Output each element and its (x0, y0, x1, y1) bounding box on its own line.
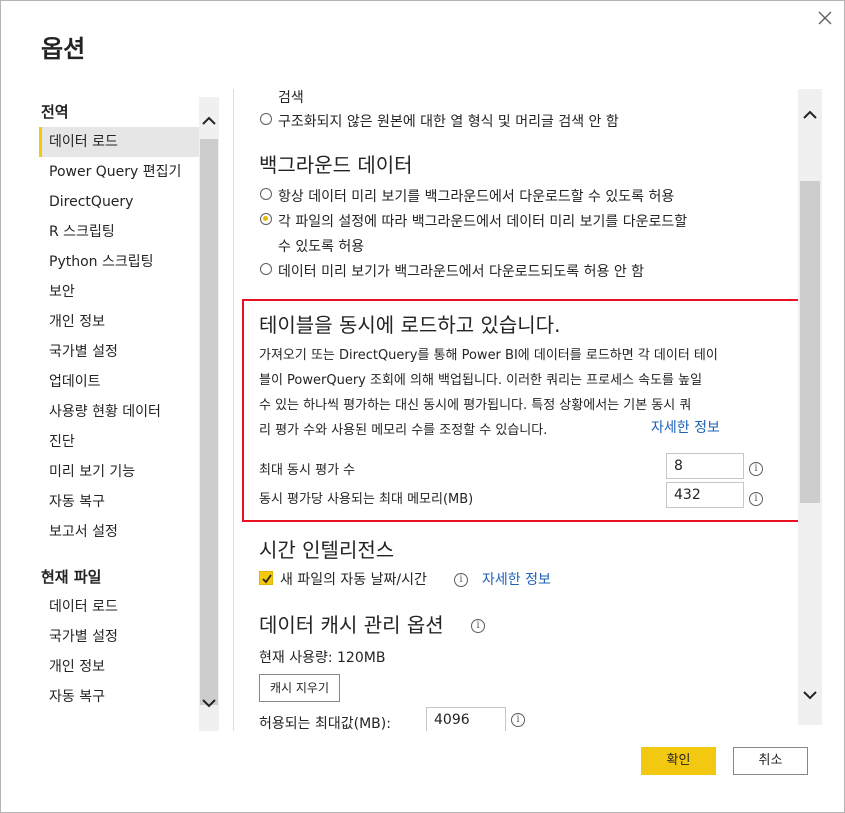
nav-item-file-data-load[interactable]: 데이터 로드 (39, 592, 199, 622)
data-cache-heading: 데이터 캐시 관리 옵션 (259, 613, 444, 637)
radio-never-allow[interactable] (260, 263, 272, 275)
nav-item-updates[interactable]: 업데이트 (39, 367, 199, 397)
checkmark-icon (262, 574, 272, 584)
parallel-loading-heading: 테이블을 동시에 로드하고 있습니다. (259, 313, 561, 337)
nav-item-regional-settings[interactable]: 국가별 설정 (39, 337, 199, 367)
close-button[interactable] (814, 7, 836, 29)
nav-scroll-thumb[interactable] (200, 139, 218, 705)
chevron-up-icon (202, 116, 216, 125)
radio-no-detect-label: 구조화되지 않은 원본에 대한 열 형식 및 머리글 검색 안 함 (278, 114, 619, 130)
info-icon[interactable]: i (511, 713, 525, 727)
radio-never-allow-label: 데이터 미리 보기가 백그라운드에서 다운로드되도록 허용 안 함 (278, 264, 645, 280)
auto-datetime-checkbox[interactable] (259, 571, 273, 585)
parallel-desc-line-4: 리 평가 수와 사용된 메모리 수를 조정할 수 있습니다. (259, 423, 548, 438)
background-data-heading: 백그라운드 데이터 (259, 153, 413, 177)
nav-item-python-scripting[interactable]: Python 스크립팅 (39, 247, 199, 277)
close-icon (818, 11, 832, 25)
settings-pane: 검색 구조화되지 않은 원본에 대한 열 형식 및 머리글 검색 안 함 백그라… (234, 81, 799, 731)
info-icon[interactable]: i (454, 573, 468, 587)
dialog-title: 옵션 (41, 35, 86, 63)
time-intelligence-heading: 시간 인텔리전스 (259, 538, 395, 562)
settings-scroll-down-button[interactable] (800, 685, 820, 705)
nav-scroll-up-button[interactable] (199, 111, 219, 131)
radio-always-allow-label: 항상 데이터 미리 보기를 백그라운드에서 다운로드할 수 있도록 허용 (278, 189, 675, 205)
max-eval-label: 최대 동시 평가 수 (259, 463, 356, 478)
nav-scroll-down-button[interactable] (199, 693, 219, 713)
chevron-up-icon (803, 110, 817, 119)
nav-item-power-query-editor[interactable]: Power Query 편집기 (39, 157, 199, 187)
nav-list: 전역 데이터 로드 Power Query 편집기 DirectQuery R … (39, 97, 199, 712)
nav-item-diagnostics[interactable]: 진단 (39, 427, 199, 457)
nav-scrollbar[interactable] (199, 97, 219, 731)
radio-per-file-label-cont: 수 있도록 허용 (278, 239, 365, 255)
info-icon[interactable]: i (749, 492, 763, 506)
options-nav: 전역 데이터 로드 Power Query 편집기 DirectQuery R … (39, 97, 219, 731)
nav-item-report-settings[interactable]: 보고서 설정 (39, 517, 199, 547)
nav-section-current-file: 현재 파일 (41, 568, 102, 586)
time-intel-learn-more-link[interactable]: 자세한 정보 (482, 569, 551, 589)
options-dialog: 옵션 전역 데이터 로드 Power Query 편집기 DirectQuery… (0, 0, 845, 813)
settings-scroll-up-button[interactable] (800, 105, 820, 125)
radio-no-detect[interactable] (260, 113, 272, 125)
nav-item-preview-features[interactable]: 미리 보기 기능 (39, 457, 199, 487)
max-allowed-input[interactable]: 4096 (426, 707, 506, 731)
chevron-down-icon (803, 691, 817, 700)
info-icon[interactable]: i (471, 619, 485, 633)
max-eval-input[interactable]: 8 (666, 453, 744, 479)
nav-item-file-auto-recovery[interactable]: 자동 복구 (39, 682, 199, 712)
nav-item-file-regional-settings[interactable]: 국가별 설정 (39, 622, 199, 652)
search-partial-text: 검색 (278, 90, 304, 106)
nav-item-file-privacy[interactable]: 개인 정보 (39, 652, 199, 682)
chevron-down-icon (202, 699, 216, 708)
nav-item-data-load[interactable]: 데이터 로드 (39, 127, 199, 157)
radio-per-file[interactable] (260, 213, 272, 225)
nav-item-security[interactable]: 보안 (39, 277, 199, 307)
nav-item-usage-data[interactable]: 사용량 현황 데이터 (39, 397, 199, 427)
settings-scrollbar[interactable] (798, 89, 822, 725)
parallel-desc-line-3: 수 있는 하나씩 평가하는 대신 동시에 평가됩니다. 특정 상황에서는 기본 … (259, 398, 692, 413)
nav-item-privacy[interactable]: 개인 정보 (39, 307, 199, 337)
nav-item-directquery[interactable]: DirectQuery (39, 187, 199, 217)
parallel-desc-line-2: 블이 PowerQuery 조회에 의해 백업됩니다. 이러한 쿼리는 프로세스… (259, 373, 703, 388)
radio-per-file-label: 각 파일의 설정에 따라 백그라운드에서 데이터 미리 보기를 다운로드할 (278, 214, 688, 230)
ok-button[interactable]: 확인 (641, 747, 716, 775)
parallel-desc-line-1: 가져오기 또는 DirectQuery를 통해 Power BI에 데이터를 로… (259, 348, 718, 363)
nav-item-r-scripting[interactable]: R 스크립팅 (39, 217, 199, 247)
nav-item-auto-recovery[interactable]: 자동 복구 (39, 487, 199, 517)
max-mem-input[interactable]: 432 (666, 482, 744, 508)
cancel-button[interactable]: 취소 (733, 747, 808, 775)
settings-scroll-thumb[interactable] (800, 181, 820, 503)
info-icon[interactable]: i (749, 462, 763, 476)
max-allowed-label: 허용되는 최대값(MB): (259, 716, 391, 731)
max-mem-label: 동시 평가당 사용되는 최대 메모리(MB) (259, 492, 474, 507)
current-usage-text: 현재 사용량: 120MB (259, 650, 386, 666)
nav-section-global: 전역 (41, 103, 69, 121)
auto-datetime-label: 새 파일의 자동 날짜/시간 (280, 572, 427, 588)
clear-cache-button[interactable]: 캐시 지우기 (259, 674, 341, 702)
parallel-learn-more-link[interactable]: 자세한 정보 (651, 417, 720, 437)
radio-always-allow[interactable] (260, 188, 272, 200)
